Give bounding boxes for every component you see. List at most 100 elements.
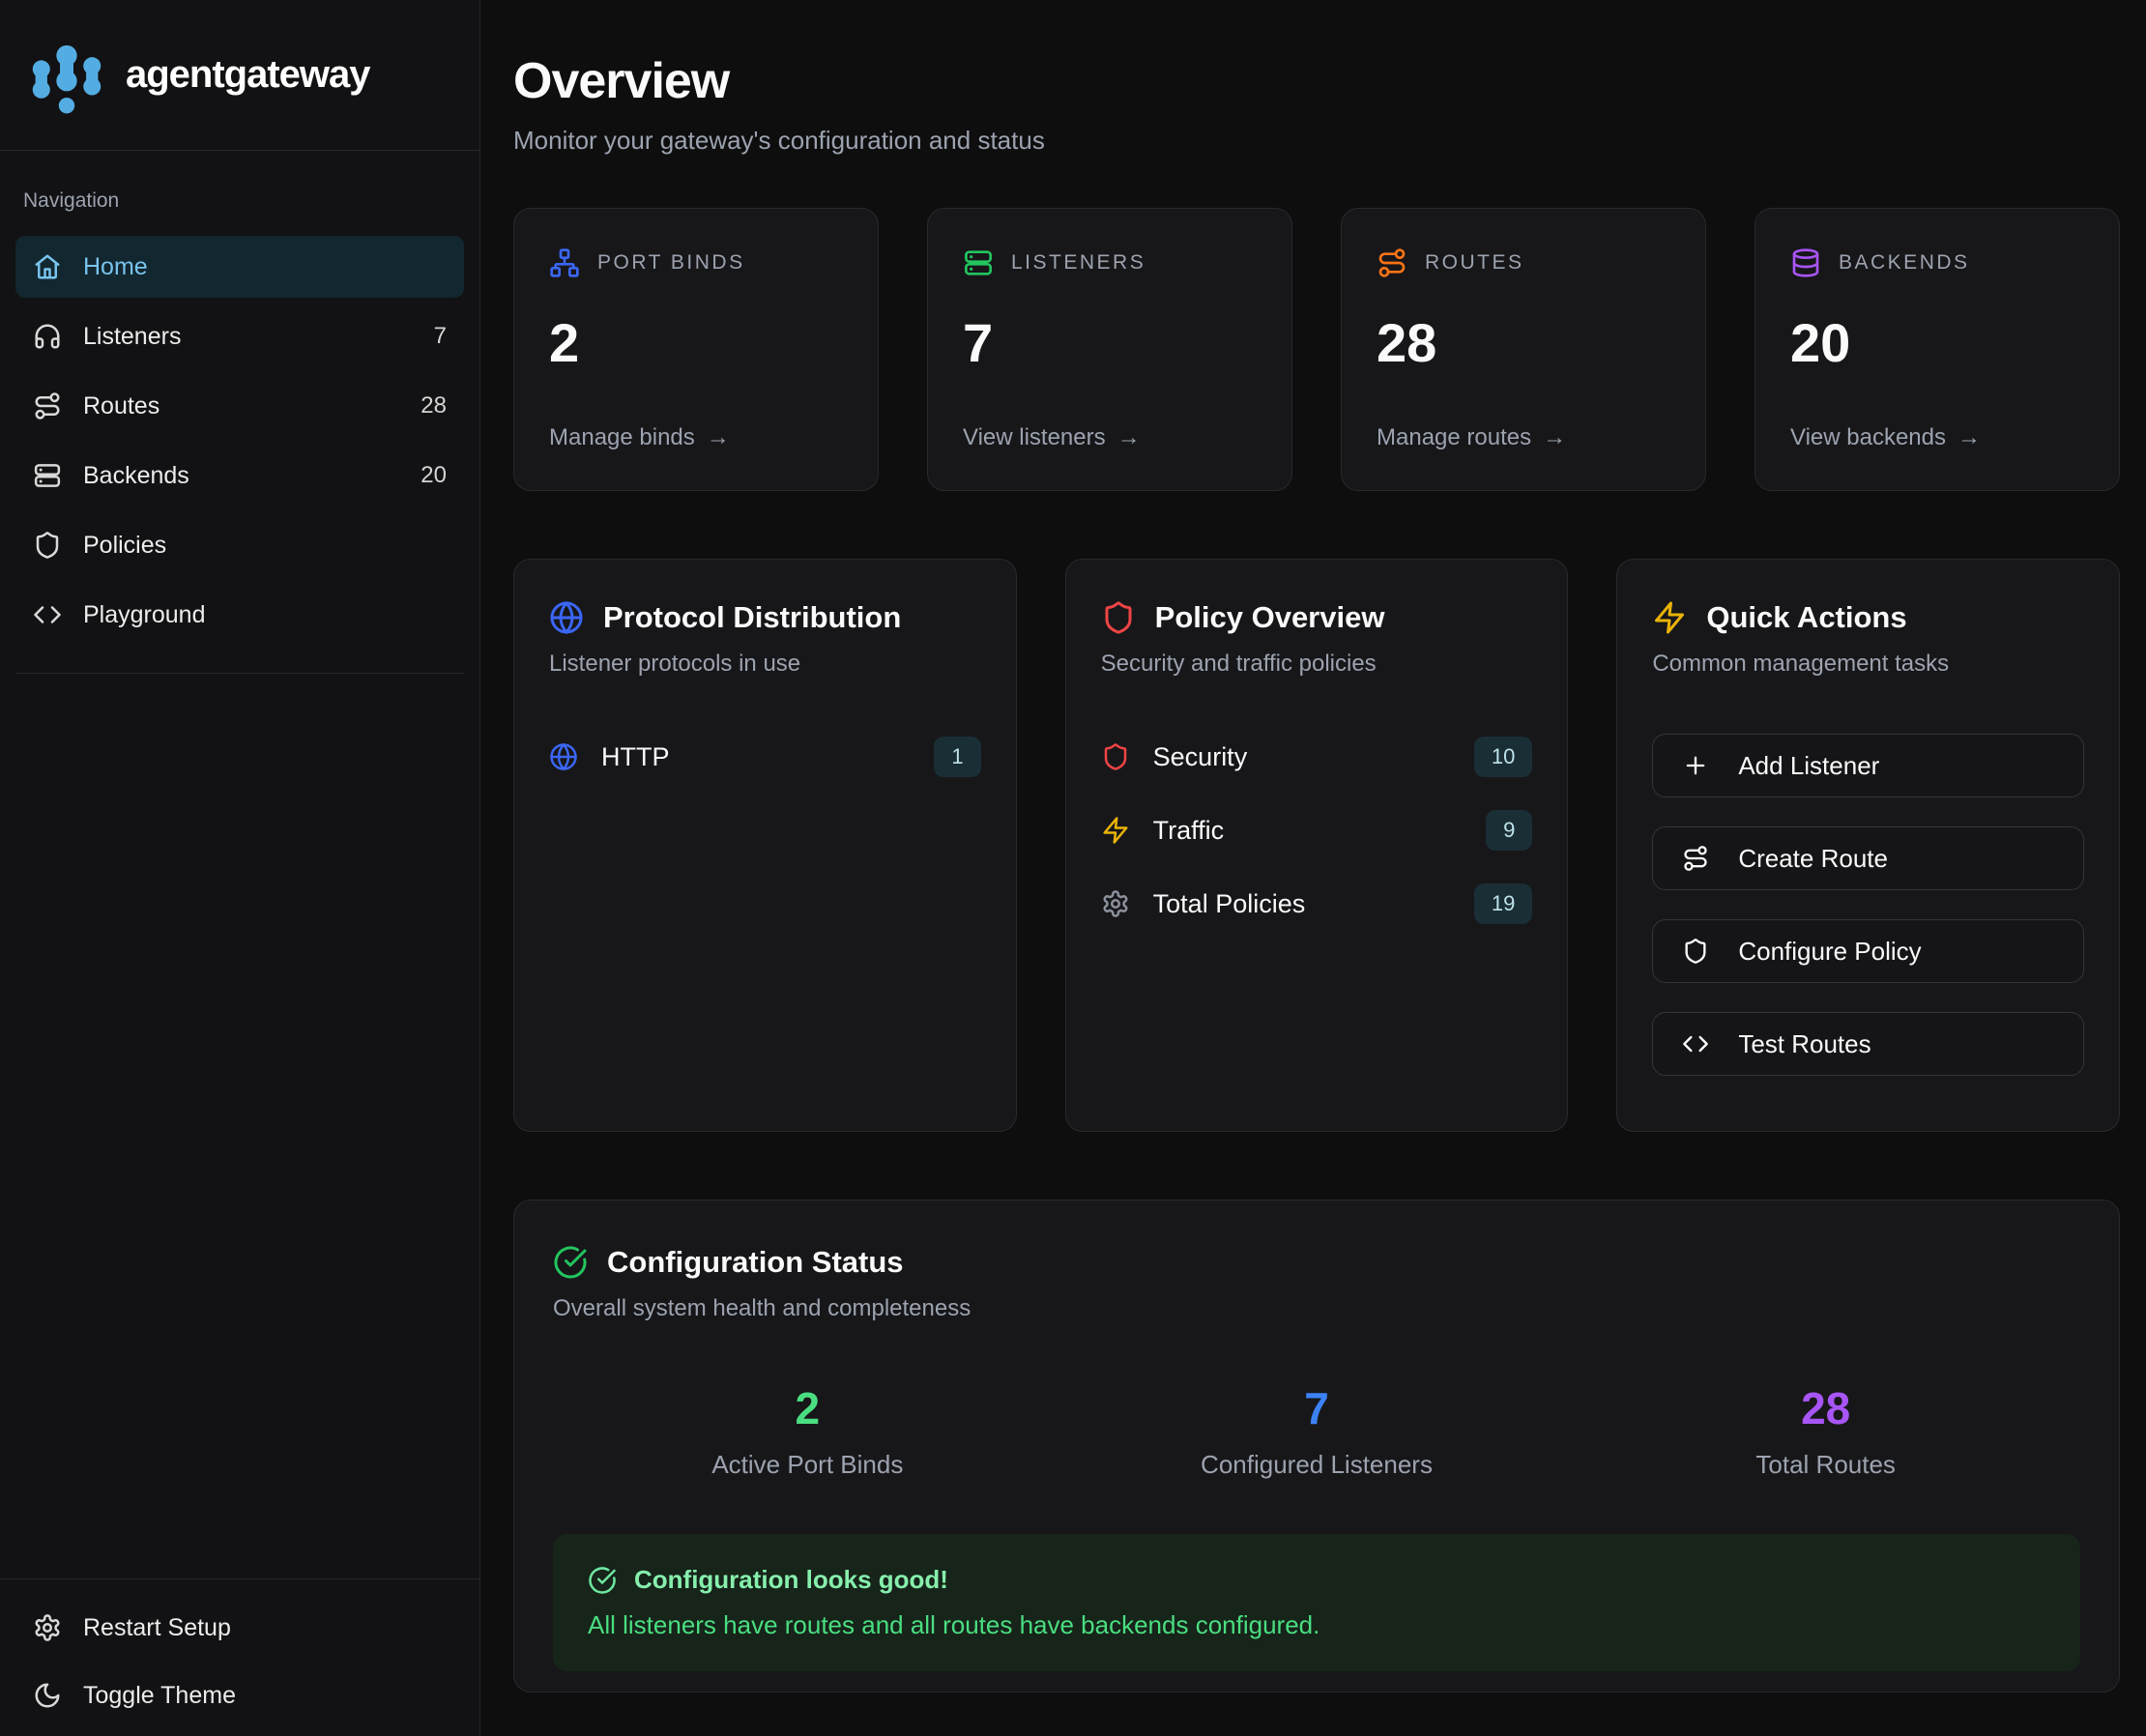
headphones-icon: [33, 322, 62, 351]
config-status-alert: Configuration looks good! All listeners …: [553, 1534, 2080, 1671]
toggle-theme-button[interactable]: Toggle Theme: [15, 1664, 464, 1726]
shield-icon: [1101, 600, 1136, 635]
sidebar-nav: Navigation Home Listeners 7 Routes 28 Ba…: [0, 151, 479, 674]
view-listeners-link[interactable]: View listeners →: [963, 424, 1257, 451]
brand-name: agentgateway: [126, 53, 370, 97]
sidebar-item-count: 28: [420, 392, 447, 420]
arrow-right-icon: →: [707, 424, 730, 451]
alert-title: Configuration looks good!: [634, 1565, 948, 1595]
sidebar-item-listeners[interactable]: Listeners 7: [15, 305, 464, 367]
protocol-count-badge: 1: [934, 737, 980, 777]
gear-icon: [1101, 889, 1130, 918]
stat-card-label: BACKENDS: [1839, 251, 1970, 275]
policy-label: Total Policies: [1153, 889, 1306, 919]
sidebar-item-home[interactable]: Home: [15, 236, 464, 298]
toggle-theme-label: Toggle Theme: [83, 1682, 236, 1710]
overview-cards: Protocol Distribution Listener protocols…: [513, 559, 2120, 1132]
shield-icon: [33, 531, 62, 560]
sidebar-item-playground[interactable]: Playground: [15, 584, 464, 646]
card-subtitle: Overall system health and completeness: [553, 1295, 2080, 1322]
sidebar-item-label: Home: [83, 253, 148, 281]
globe-icon: [549, 600, 584, 635]
alert-message: All listeners have routes and all routes…: [588, 1610, 2045, 1640]
zap-icon: [1652, 600, 1687, 635]
agentgateway-logo-icon: [27, 36, 106, 115]
sidebar-item-label: Backends: [83, 462, 189, 490]
card-title: Policy Overview: [1155, 600, 1385, 635]
manage-routes-link[interactable]: Manage routes →: [1377, 424, 1670, 451]
shield-icon: [1682, 938, 1709, 965]
configuration-status-card: Configuration Status Overall system heal…: [513, 1200, 2120, 1693]
config-stat-label: Active Port Binds: [553, 1450, 1062, 1480]
check-circle-icon: [553, 1245, 588, 1280]
config-stat-value: 7: [1062, 1382, 1572, 1434]
card-subtitle: Common management tasks: [1652, 651, 2084, 678]
sidebar-item-policies[interactable]: Policies: [15, 514, 464, 576]
sidebar-item-routes[interactable]: Routes 28: [15, 375, 464, 437]
sidebar-item-label: Routes: [83, 392, 160, 420]
zap-icon: [1101, 816, 1130, 845]
arrow-right-icon: →: [1543, 424, 1566, 451]
moon-icon: [33, 1681, 62, 1710]
sidebar-item-label: Playground: [83, 601, 205, 629]
server-icon: [963, 247, 994, 278]
sidebar-item-count: 20: [420, 462, 447, 489]
network-icon: [549, 247, 580, 278]
view-backends-link[interactable]: View backends →: [1790, 424, 2084, 451]
globe-icon: [549, 742, 578, 771]
code-icon: [1682, 1030, 1709, 1057]
manage-binds-link[interactable]: Manage binds →: [549, 424, 843, 451]
config-stat-label: Configured Listeners: [1062, 1450, 1572, 1480]
config-stat-routes: 28 Total Routes: [1571, 1382, 2080, 1480]
stat-card-backends: BACKENDS 20 View backends →: [1754, 208, 2120, 491]
sidebar-header: agentgateway: [0, 0, 479, 151]
sidebar: agentgateway Navigation Home Listeners 7…: [0, 0, 480, 1736]
home-icon: [33, 252, 62, 281]
policy-count-badge: 19: [1474, 883, 1532, 924]
policy-label: Security: [1153, 742, 1248, 772]
policy-count-badge: 10: [1474, 737, 1532, 777]
stat-card-label: ROUTES: [1425, 251, 1524, 275]
gear-icon: [33, 1613, 62, 1642]
add-listener-button[interactable]: Add Listener: [1652, 734, 2084, 797]
card-subtitle: Listener protocols in use: [549, 651, 981, 678]
route-icon: [1682, 845, 1709, 872]
configure-policy-button[interactable]: Configure Policy: [1652, 919, 2084, 983]
plus-icon: [1682, 752, 1709, 779]
config-stat-port-binds: 2 Active Port Binds: [553, 1382, 1062, 1480]
restart-setup-button[interactable]: Restart Setup: [15, 1597, 464, 1659]
server-icon: [33, 461, 62, 490]
stat-card-value: 2: [549, 311, 843, 374]
card-title: Protocol Distribution: [603, 600, 901, 635]
route-icon: [33, 391, 62, 420]
stat-card-value: 20: [1790, 311, 2084, 374]
policy-row-total: Total Policies 19: [1101, 881, 1533, 927]
code-icon: [33, 600, 62, 629]
arrow-right-icon: →: [1958, 424, 1981, 451]
sidebar-item-backends[interactable]: Backends 20: [15, 445, 464, 506]
card-subtitle: Security and traffic policies: [1101, 651, 1533, 678]
arrow-right-icon: →: [1117, 424, 1141, 451]
stat-card-value: 28: [1377, 311, 1670, 374]
restart-setup-label: Restart Setup: [83, 1614, 231, 1642]
protocol-distribution-card: Protocol Distribution Listener protocols…: [513, 559, 1017, 1132]
route-icon: [1377, 247, 1407, 278]
policy-row-traffic: Traffic 9: [1101, 807, 1533, 854]
stats-grid: PORT BINDS 2 Manage binds → LISTENERS 7 …: [513, 208, 2120, 491]
stat-card-label: LISTENERS: [1011, 251, 1146, 275]
policy-overview-card: Policy Overview Security and traffic pol…: [1065, 559, 1569, 1132]
check-circle-icon: [588, 1566, 617, 1595]
create-route-button[interactable]: Create Route: [1652, 826, 2084, 890]
config-stat-value: 28: [1571, 1382, 2080, 1434]
page-title: Overview: [513, 52, 2120, 110]
stat-card-listeners: LISTENERS 7 View listeners →: [927, 208, 1292, 491]
stat-card-label: PORT BINDS: [597, 251, 745, 275]
config-stats: 2 Active Port Binds 7 Configured Listene…: [553, 1382, 2080, 1480]
protocol-row-http: HTTP 1: [549, 734, 981, 780]
test-routes-button[interactable]: Test Routes: [1652, 1012, 2084, 1076]
sidebar-item-count: 7: [434, 323, 447, 350]
config-stat-value: 2: [553, 1382, 1062, 1434]
page-subtitle: Monitor your gateway's configuration and…: [513, 126, 2120, 156]
stat-card-value: 7: [963, 311, 1257, 374]
policy-count-badge: 9: [1486, 810, 1532, 851]
